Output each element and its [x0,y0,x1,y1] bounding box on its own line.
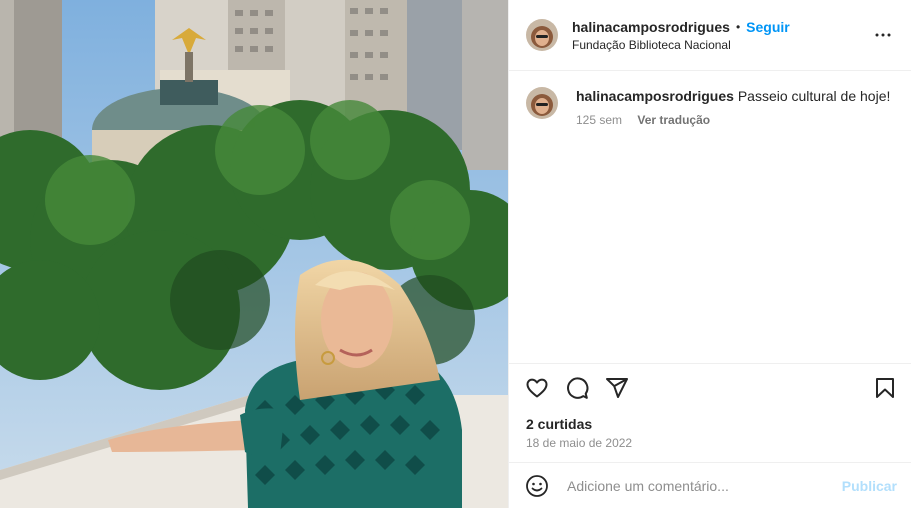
post-side-panel: halinacamposrodrigues • Seguir Fundação … [508,0,911,508]
caption-row: halinacamposrodrigues Passeio cultural d… [526,87,895,129]
instagram-post-modal: halinacamposrodrigues • Seguir Fundação … [0,0,911,508]
more-options-icon[interactable] [871,23,895,47]
caption-avatar[interactable] [526,87,558,119]
follow-button[interactable]: Seguir [746,19,790,35]
heart-icon[interactable] [525,376,549,400]
post-photo[interactable] [0,0,508,508]
bookmark-icon[interactable] [873,376,897,400]
caption-text: Passeio cultural de hoje! [737,88,891,104]
likes-count[interactable]: 2 curtidas [509,412,911,432]
separator-dot: • [735,19,741,34]
see-translation-link[interactable]: Ver tradução [637,113,710,127]
action-bar [509,363,911,412]
caption-username[interactable]: halinacamposrodrigues [576,88,734,104]
post-location[interactable]: Fundação Biblioteca Nacional [572,38,871,52]
author-avatar[interactable] [526,19,558,51]
caption-age[interactable]: 125 sem [576,113,622,127]
post-date[interactable]: 18 de maio de 2022 [509,432,911,462]
comment-input[interactable] [565,476,842,495]
emoji-icon[interactable] [525,474,549,498]
add-comment-bar: Publicar [509,462,911,508]
comment-icon[interactable] [565,376,589,400]
photo-illustration [0,0,508,508]
share-icon[interactable] [605,376,629,400]
publish-button[interactable]: Publicar [842,478,897,494]
author-username[interactable]: halinacamposrodrigues [572,19,730,35]
comments-area: halinacamposrodrigues Passeio cultural d… [509,71,911,363]
post-header: halinacamposrodrigues • Seguir Fundação … [509,0,911,71]
